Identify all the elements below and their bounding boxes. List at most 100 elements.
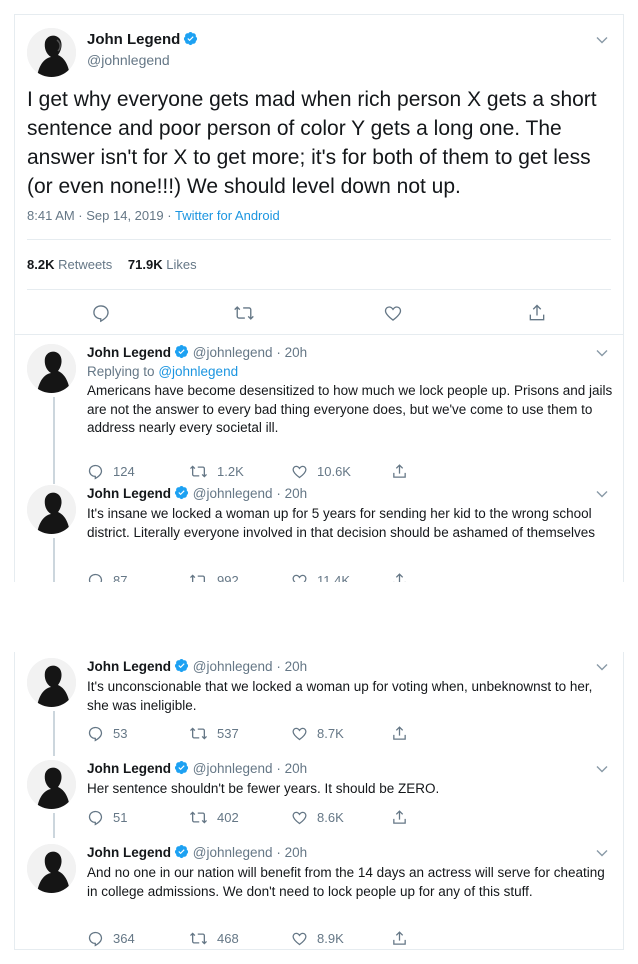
main-author-handle[interactable]: @johnlegend <box>87 52 170 68</box>
tweet-timestamp[interactable]: 8:41 AM · Sep 14, 2019 <box>27 208 164 223</box>
divider <box>27 289 611 290</box>
reply-tweet[interactable]: John Legend @johnlegend · 20h It's uncon… <box>15 658 623 756</box>
verified-badge-icon <box>174 658 189 673</box>
reply-tweet[interactable]: John Legend @johnlegend · 20h And no one… <box>15 844 623 948</box>
avatar[interactable] <box>27 844 76 893</box>
like-count: 8.7K <box>317 726 344 741</box>
reply-text: It's unconscionable that we locked a wom… <box>87 679 593 713</box>
share-action[interactable] <box>391 572 417 582</box>
verified-badge-icon <box>174 344 189 359</box>
reply-count: 53 <box>113 726 128 741</box>
retweet-count: 402 <box>217 810 239 825</box>
like-icon[interactable] <box>383 303 403 323</box>
share-icon <box>393 726 406 740</box>
retweet-action[interactable]: 402 <box>189 809 239 826</box>
retweet-count: 468 <box>217 931 239 946</box>
chevron-down-icon[interactable] <box>595 846 609 860</box>
like-count: 10.6K <box>317 464 351 479</box>
reply-tweet[interactable]: John Legend @johnlegend · 20h Replying t… <box>15 344 623 484</box>
reply-time[interactable]: 20h <box>285 345 308 360</box>
reply-count: 364 <box>113 931 135 946</box>
main-author-name[interactable]: John Legend <box>87 31 180 48</box>
thread-line <box>53 813 55 838</box>
reply-header: John Legend @johnlegend · 20h <box>87 344 307 360</box>
verified-badge-icon <box>184 31 198 46</box>
reply-author-name[interactable]: John Legend <box>87 486 171 501</box>
reply-action[interactable]: 87 <box>87 572 127 582</box>
tweet-source-link[interactable]: Twitter for Android <box>175 208 280 223</box>
reply-icon[interactable] <box>91 303 111 323</box>
avatar[interactable] <box>27 658 76 707</box>
retweet-action[interactable]: 1.2K <box>189 463 244 480</box>
retweets-stat[interactable]: 8.2K Retweets <box>27 257 112 272</box>
reply-action[interactable]: 51 <box>87 809 127 826</box>
verified-badge-icon <box>174 760 189 775</box>
reply-time[interactable]: 20h <box>285 659 308 674</box>
reply-author-name[interactable]: John Legend <box>87 761 171 776</box>
likes-stat[interactable]: 71.9K Likes <box>128 257 197 272</box>
reply-time[interactable]: 20h <box>285 761 308 776</box>
avatar[interactable] <box>27 485 76 534</box>
reply-action[interactable]: 53 <box>87 725 127 742</box>
share-icon <box>393 464 406 478</box>
share-action[interactable] <box>391 809 417 826</box>
chevron-down-icon[interactable] <box>595 660 609 674</box>
main-tweet-text: I get why everyone gets mad when rich pe… <box>27 88 597 198</box>
share-icon <box>393 931 406 945</box>
share-action[interactable] <box>391 463 417 480</box>
main-author-name-row[interactable]: John Legend <box>87 31 198 48</box>
share-action[interactable] <box>391 725 417 742</box>
avatar[interactable] <box>27 760 76 809</box>
meta-separator: · <box>167 208 172 223</box>
replying-mention[interactable]: @johnlegend <box>158 364 238 379</box>
avatar-image <box>27 760 76 809</box>
reply-count: 124 <box>113 464 135 479</box>
like-action[interactable]: 10.6K <box>291 463 351 480</box>
share-icon <box>393 810 406 824</box>
thread-line <box>53 538 55 582</box>
like-action[interactable]: 8.9K <box>291 930 344 947</box>
reply-author-name[interactable]: John Legend <box>87 845 171 860</box>
reply-author-name[interactable]: John Legend <box>87 659 171 674</box>
tweet-panel-top: John Legend @johnlegend I get why everyo… <box>14 14 624 582</box>
reply-author-handle[interactable]: @johnlegend <box>193 486 273 501</box>
reply-author-handle[interactable]: @johnlegend <box>193 659 273 674</box>
chevron-down-icon[interactable] <box>595 33 609 47</box>
chevron-down-icon[interactable] <box>595 487 609 501</box>
avatar[interactable] <box>27 344 76 393</box>
like-icon <box>292 811 307 825</box>
header-dot: · <box>276 345 281 360</box>
reply-header: John Legend @johnlegend · 20h <box>87 485 307 501</box>
reply-action[interactable]: 124 <box>87 463 135 480</box>
header-dot: · <box>276 659 281 674</box>
reply-action[interactable]: 364 <box>87 930 135 947</box>
verified-badge-icon <box>174 485 189 500</box>
reply-header: John Legend @johnlegend · 20h <box>87 658 307 674</box>
share-action[interactable] <box>391 930 417 947</box>
main-author-avatar[interactable] <box>27 28 76 77</box>
reply-time[interactable]: 20h <box>285 845 308 860</box>
retweet-action[interactable]: 468 <box>189 930 239 947</box>
retweet-count: 992 <box>217 573 239 582</box>
like-action[interactable]: 8.6K <box>291 809 344 826</box>
reply-author-handle[interactable]: @johnlegend <box>193 845 273 860</box>
share-icon[interactable] <box>527 303 547 323</box>
chevron-down-icon[interactable] <box>595 346 609 360</box>
reply-text: And no one in our nation will benefit fr… <box>87 865 605 899</box>
reply-author-handle[interactable]: @johnlegend <box>193 761 273 776</box>
like-action[interactable]: 11.4K <box>291 572 350 582</box>
tweet-stats: 8.2K Retweets 71.9K Likes <box>27 257 197 272</box>
reply-text: Her sentence shouldn't be fewer years. I… <box>87 781 440 796</box>
retweet-action[interactable]: 537 <box>189 725 239 742</box>
like-icon <box>292 574 307 582</box>
reply-author-handle[interactable]: @johnlegend <box>193 345 273 360</box>
retweet-action[interactable]: 992 <box>189 572 239 582</box>
reply-tweet[interactable]: John Legend @johnlegend · 20h Her senten… <box>15 760 623 838</box>
chevron-down-icon[interactable] <box>595 762 609 776</box>
retweet-icon[interactable] <box>233 303 254 323</box>
reply-tweet[interactable]: John Legend @johnlegend · 20h It's insan… <box>15 485 623 582</box>
reply-author-name[interactable]: John Legend <box>87 345 171 360</box>
likes-count: 71.9K <box>127 257 163 272</box>
reply-time[interactable]: 20h <box>285 486 308 501</box>
like-action[interactable]: 8.7K <box>291 725 344 742</box>
